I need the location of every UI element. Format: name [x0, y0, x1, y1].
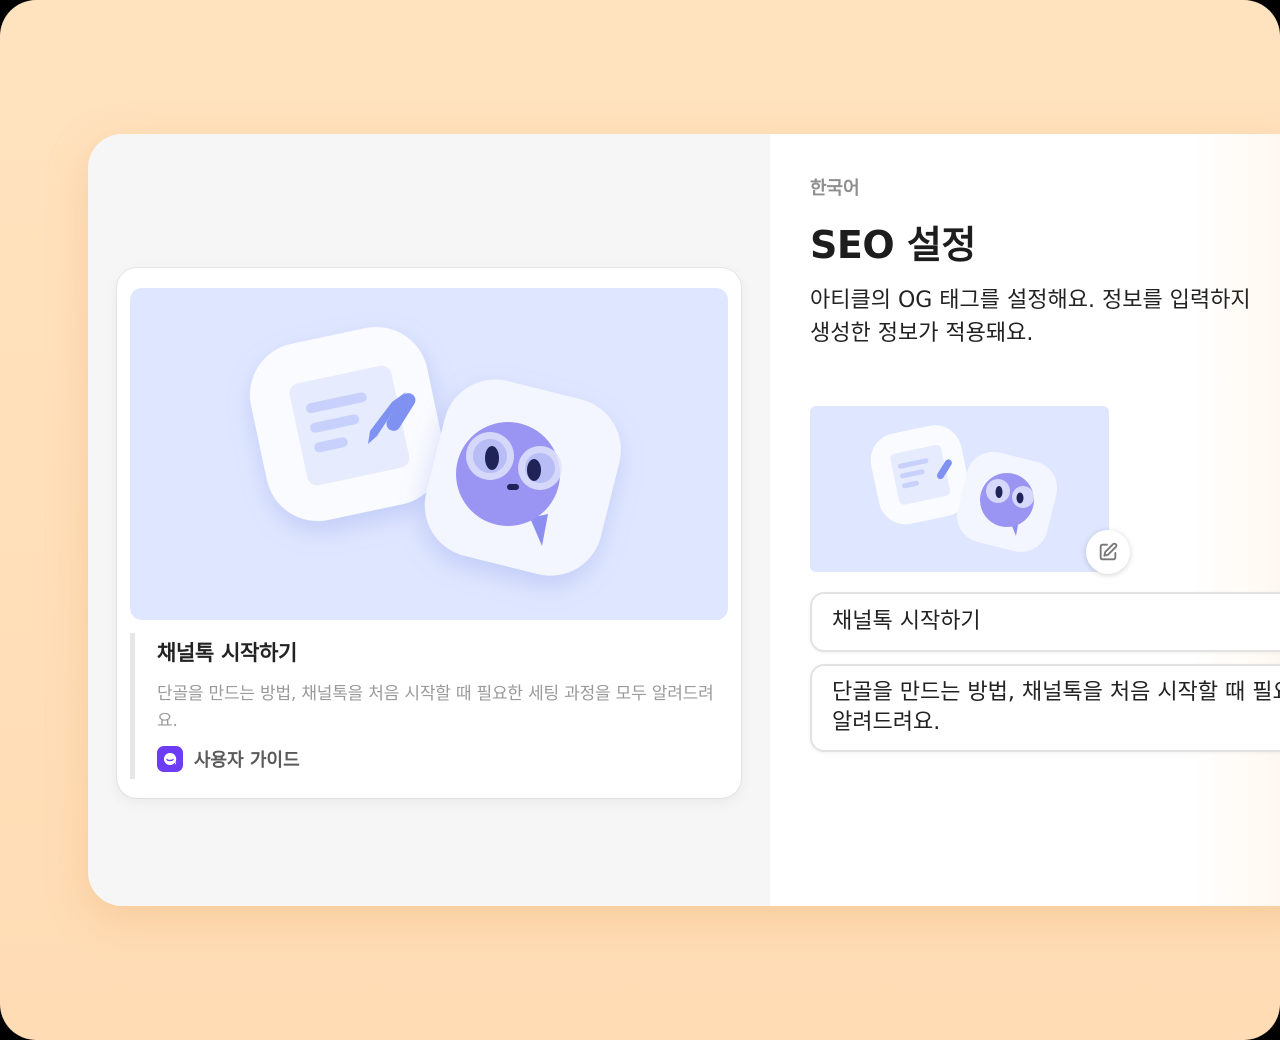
- og-description-line: 단골을 만드는 방법, 채널톡을 처음 시작할 때 필요한: [832, 680, 1280, 705]
- edit-image-button[interactable]: [1086, 530, 1130, 574]
- seo-settings-panel: 채널톡 시작하기 단골을 만드는 방법, 채널톡을 처음 시작할 때 필요한 세…: [88, 134, 1280, 906]
- channeltalk-logo-icon: [157, 746, 183, 772]
- document-chat-illustration: [249, 326, 621, 576]
- app-frame: 채널톡 시작하기 단골을 만드는 방법, 채널톡을 처음 시작할 때 필요한 세…: [0, 0, 1280, 1040]
- preview-text-block: 채널톡 시작하기 단골을 만드는 방법, 채널톡을 처음 시작할 때 필요한 세…: [130, 633, 728, 779]
- page-description-line: 아티클의 OG 태그를 설정해요. 정보를 입력하지: [810, 288, 1251, 313]
- og-description-line: 알려드려요.: [832, 710, 941, 735]
- og-preview-card: 채널톡 시작하기 단골을 만드는 방법, 채널톡을 처음 시작할 때 필요한 세…: [117, 268, 741, 798]
- page-description-line: 생성한 정보가 적용돼요.: [810, 321, 1034, 346]
- page-description: 아티클의 OG 태그를 설정해요. 정보를 입력하지 생성한 정보가 적용돼요.: [810, 284, 1280, 350]
- og-title-input[interactable]: 채널톡 시작하기: [810, 592, 1280, 652]
- og-description-input[interactable]: 단골을 만드는 방법, 채널톡을 처음 시작할 때 필요한 알려드려요.: [810, 664, 1280, 752]
- og-image-thumbnail[interactable]: [810, 406, 1109, 572]
- edit-icon: [1099, 542, 1118, 561]
- settings-column: 한국어 SEO 설정 아티클의 OG 태그를 설정해요. 정보를 입력하지 생성…: [770, 134, 1280, 906]
- preview-illustration: [130, 288, 728, 620]
- document-chat-thumbnail: [870, 425, 1058, 552]
- preview-title: 채널톡 시작하기: [157, 641, 298, 665]
- source-label: 사용자 가이드: [194, 750, 300, 771]
- language-label: 한국어: [810, 178, 860, 199]
- preview-source: 사용자 가이드: [157, 746, 300, 772]
- page-title: SEO 설정: [810, 223, 976, 267]
- preview-description: 단골을 만드는 방법, 채널톡을 처음 시작할 때 필요한 세팅 과정을 모두 …: [157, 684, 714, 731]
